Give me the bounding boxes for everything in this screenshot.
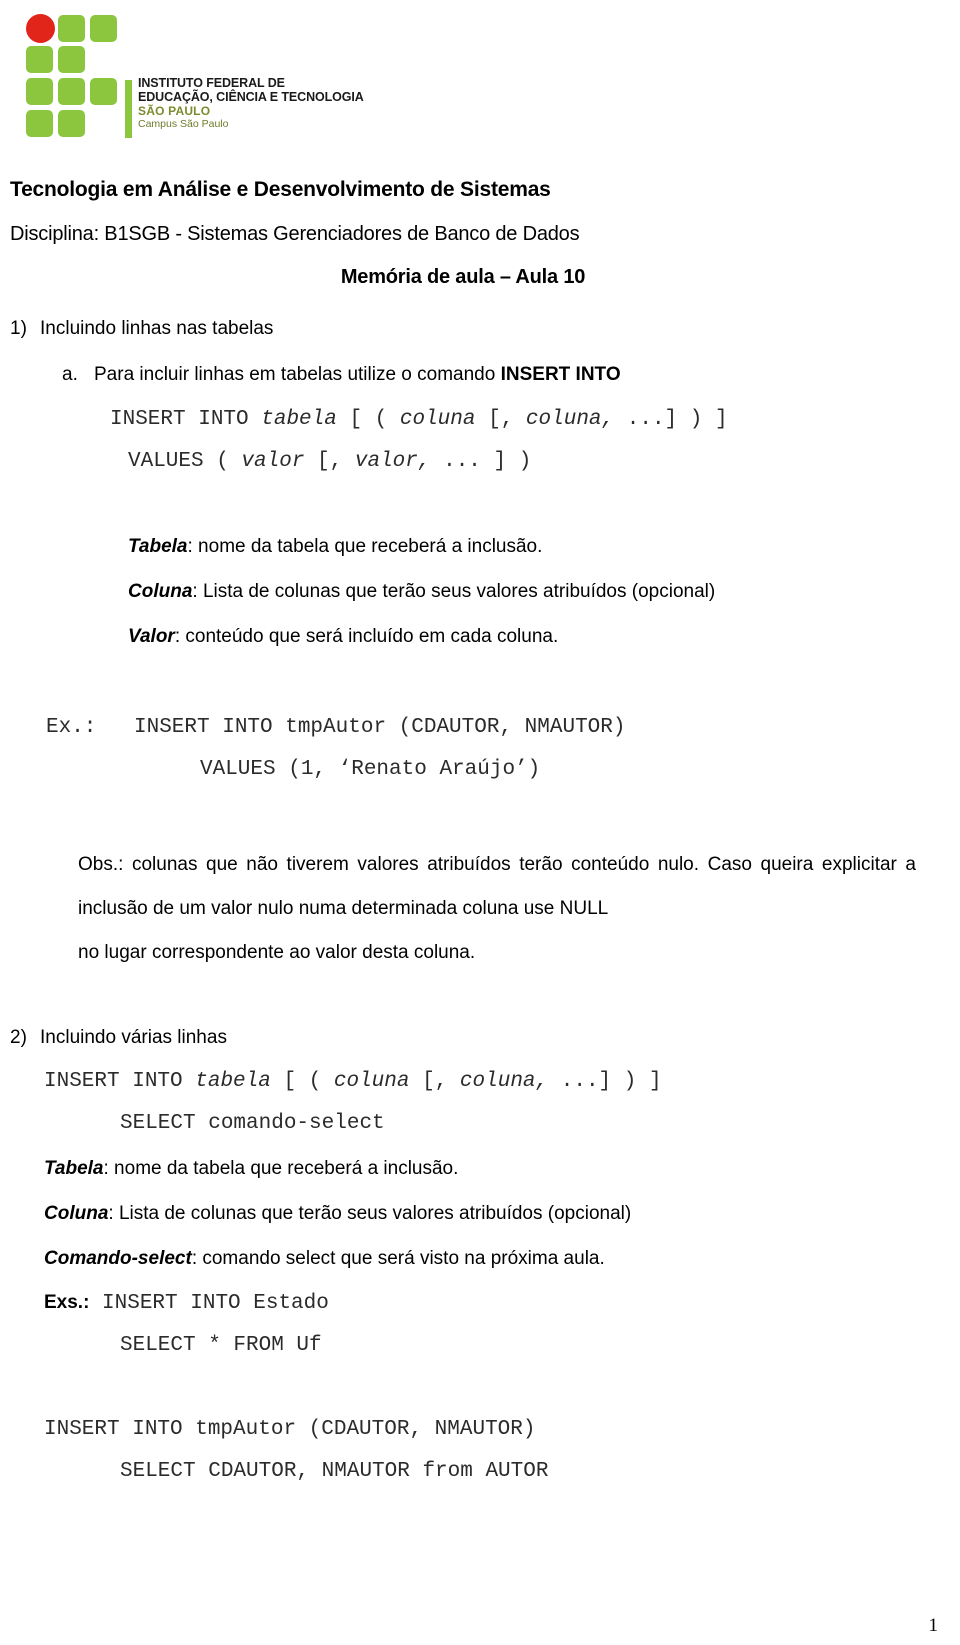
logo-line-4: Campus São Paulo [138, 118, 229, 131]
syntax-punct: ... ] ) [430, 450, 532, 473]
definition-tabela: Tabela: nome da tabela que receberá a in… [128, 536, 542, 558]
logo-square-icon [58, 15, 85, 42]
syntax-punct: [ ( [336, 408, 400, 431]
section-1-title: Incluindo linhas nas tabelas [40, 318, 274, 339]
section-1-item-a: a. Para incluir linhas em tabelas utilize… [62, 364, 621, 386]
syntax-keyword: INSERT INTO [44, 1070, 196, 1093]
logo-square-icon [26, 110, 53, 137]
syntax-placeholder-coluna-2: coluna, [459, 1070, 549, 1093]
definition-term-coluna: Coluna [128, 581, 193, 602]
definition-text-comando-select: : comando select que será visto na próxi… [191, 1248, 605, 1269]
logo-square-icon [26, 46, 53, 73]
logo-red-circle-icon [26, 14, 55, 43]
definition-term-valor: Valor [128, 626, 175, 647]
definition-valor: Valor: conteúdo que será incluído em cad… [128, 626, 558, 648]
syntax-line-1-insert: INSERT INTO tabela [ ( coluna [, coluna,… [110, 408, 728, 431]
page-title: Memória de aula – Aula 10 [340, 266, 586, 288]
section-1-item-a-letter: a. [62, 364, 78, 385]
logo-line-3: SÃO PAULO [138, 104, 211, 118]
logo-square-icon [26, 78, 53, 105]
syntax-line-2-select: SELECT comando-select [120, 1112, 385, 1135]
logo-square-icon [58, 46, 85, 73]
syntax-punct: [, [304, 450, 355, 473]
section-1-item-a-command: INSERT INTO [500, 364, 621, 385]
syntax-punct: ...] ) ] [548, 1070, 662, 1093]
logo-grid-icon [26, 14, 118, 138]
section-2-heading: 2) Incluindo várias linhas [10, 1027, 227, 1049]
definition-2-tabela: Tabela: nome da tabela que receberá a in… [44, 1158, 458, 1180]
syntax-line-2-insert: INSERT INTO tabela [ ( coluna [, coluna,… [44, 1070, 662, 1093]
definition-text-valor: : conteúdo que será incluído em cada col… [174, 626, 559, 647]
logo-wordmark: INSTITUTO FEDERAL DE EDUCAÇÃO, CIÊNCIA E… [138, 76, 364, 131]
section-1-item-a-text: Para incluir linhas em tabelas utilize o… [94, 364, 501, 385]
logo-square-icon [90, 78, 117, 105]
definition-text-tabela: : nome da tabela que receberá a inclusão… [103, 1158, 459, 1179]
institution-logo: INSTITUTO FEDERAL DE EDUCAÇÃO, CIÊNCIA E… [26, 14, 366, 142]
syntax-keyword: INSERT INTO [110, 408, 262, 431]
syntax-placeholder-coluna: coluna [333, 1070, 410, 1093]
syntax-placeholder-valor: valor [241, 450, 305, 473]
logo-line-2: EDUCAÇÃO, CIÊNCIA E TECNOLOGIA [138, 90, 364, 104]
logo-line-1: INSTITUTO FEDERAL DE [138, 76, 285, 90]
logo-square-icon [90, 15, 117, 42]
examples-2-line-1: Exs.: INSERT INTO Estado [44, 1292, 329, 1315]
example-1-label: Ex.: [46, 716, 110, 739]
observation-text: Obs.: colunas que não tiverem valores at… [78, 854, 916, 919]
logo-square-icon [58, 78, 85, 105]
document-page: INSTITUTO FEDERAL DE EDUCAÇÃO, CIÊNCIA E… [0, 0, 960, 1645]
examples-2-line-3: INSERT INTO tmpAutor (CDAUTOR, NMAUTOR) [44, 1418, 536, 1441]
course-title: Tecnologia em Análise e Desenvolvimento … [10, 178, 551, 201]
definition-text-coluna: : Lista de colunas que terão seus valore… [108, 1203, 632, 1224]
syntax-punct: [ ( [270, 1070, 334, 1093]
examples-2-label: Exs.: [44, 1292, 90, 1313]
definition-2-comando-select: Comando-select: comando select que será … [44, 1248, 605, 1270]
syntax-line-1-values: VALUES ( valor [, valor, ... ] ) [128, 450, 531, 473]
observation-last-line: no lugar correspondente ao valor desta c… [78, 942, 476, 963]
page-number: 1 [928, 1615, 939, 1636]
discipline-line: Disciplina: B1SGB - Sistemas Gerenciador… [10, 223, 580, 245]
definition-term-coluna: Coluna [44, 1203, 109, 1224]
section-2-title: Incluindo várias linhas [40, 1027, 227, 1048]
definition-term-tabela: Tabela [44, 1158, 104, 1179]
syntax-punct: [, [409, 1070, 460, 1093]
definition-coluna: Coluna: Lista de colunas que terão seus … [128, 581, 715, 603]
definition-text-coluna: : Lista de colunas que terão seus valore… [192, 581, 716, 602]
syntax-placeholder-tabela: tabela [261, 408, 337, 431]
definition-term-tabela: Tabela [128, 536, 188, 557]
logo-square-icon [58, 110, 85, 137]
syntax-placeholder-coluna: coluna [399, 408, 476, 431]
logo-accent-bar [125, 80, 132, 138]
syntax-punct: ...] ) ] [614, 408, 728, 431]
section-1-number: 1) [10, 318, 27, 339]
syntax-placeholder-coluna-2: coluna, [525, 408, 615, 431]
observation-paragraph: Obs.: colunas que não tiverem valores at… [78, 843, 916, 975]
definition-text-tabela: : nome da tabela que receberá a inclusão… [187, 536, 543, 557]
syntax-placeholder-valor-2: valor, [354, 450, 431, 473]
syntax-keyword: VALUES ( [128, 450, 242, 473]
definition-term-comando-select: Comando-select [44, 1248, 192, 1269]
examples-2-line-2: SELECT * FROM Uf [120, 1334, 322, 1357]
examples-2-code-1: INSERT INTO Estado [89, 1292, 329, 1315]
section-1-heading: 1) Incluindo linhas nas tabelas [10, 318, 273, 340]
example-1-line-1: INSERT INTO tmpAutor (CDAUTOR, NMAUTOR) [134, 716, 626, 739]
section-2-number: 2) [10, 1027, 27, 1048]
syntax-punct: [, [475, 408, 526, 431]
definition-2-coluna: Coluna: Lista de colunas que terão seus … [44, 1203, 631, 1225]
examples-2-line-4: SELECT CDAUTOR, NMAUTOR from AUTOR [120, 1460, 549, 1483]
example-1-line-2: VALUES (1, ‘Renato Araújo’) [200, 758, 541, 781]
syntax-placeholder-tabela: tabela [195, 1070, 271, 1093]
